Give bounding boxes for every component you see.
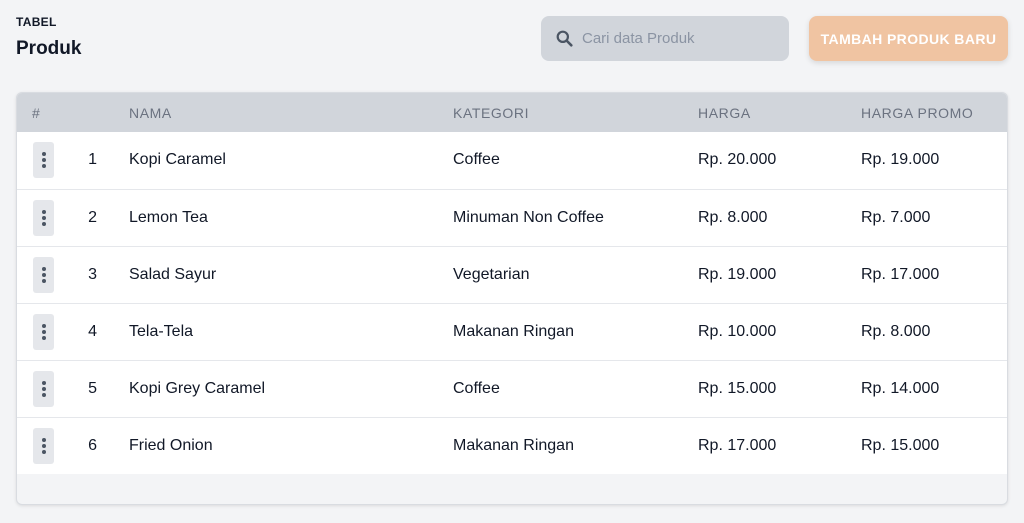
column-header-nama: NAMA [129, 105, 172, 121]
table-row: 4 Tela-Tela Makanan Ringan Rp. 10.000 Rp… [17, 303, 1007, 360]
product-table: # NAMA KATEGORI HARGA HARGA PROMO 1 Kopi… [16, 92, 1008, 505]
product-category: Makanan Ringan [453, 437, 574, 454]
kebab-icon [41, 330, 46, 334]
kebab-icon [41, 273, 46, 277]
row-number: 4 [88, 323, 97, 340]
product-name: Lemon Tea [129, 209, 208, 226]
kebab-icon [41, 450, 46, 454]
kebab-icon [41, 222, 46, 226]
row-menu-button[interactable] [33, 314, 54, 350]
row-menu-button[interactable] [33, 200, 54, 236]
kebab-icon [41, 444, 46, 448]
kebab-icon [41, 393, 46, 397]
product-name: Kopi Grey Caramel [129, 380, 266, 397]
row-menu-button[interactable] [33, 428, 54, 464]
search-box[interactable] [541, 16, 789, 61]
product-category: Vegetarian [453, 266, 530, 283]
product-promo-price: Rp. 15.000 [861, 437, 940, 454]
product-category: Coffee [453, 151, 500, 168]
kebab-icon [41, 267, 46, 271]
table-row: 2 Lemon Tea Minuman Non Coffee Rp. 8.000… [17, 189, 1007, 246]
page-title: Produk [16, 38, 82, 59]
product-name: Salad Sayur [129, 266, 217, 283]
row-number: 1 [88, 151, 97, 168]
kebab-icon [41, 336, 46, 340]
product-category: Makanan Ringan [453, 323, 574, 340]
column-header-kategori: KATEGORI [453, 105, 530, 121]
product-name: Fried Onion [129, 437, 213, 454]
table-row: 3 Salad Sayur Vegetarian Rp. 19.000 Rp. … [17, 246, 1007, 303]
row-number: 5 [88, 380, 97, 397]
row-menu-button[interactable] [33, 142, 54, 178]
product-name: Kopi Caramel [129, 151, 226, 168]
kebab-icon [41, 164, 46, 168]
product-price: Rp. 10.000 [698, 323, 777, 340]
product-promo-price: Rp. 7.000 [861, 209, 931, 226]
row-number: 2 [88, 209, 97, 226]
column-header-number: # [32, 105, 41, 121]
add-product-button[interactable]: TAMBAH PRODUK BARU [809, 16, 1008, 61]
product-price: Rp. 17.000 [698, 437, 777, 454]
kebab-icon [41, 210, 46, 214]
product-category: Minuman Non Coffee [453, 209, 604, 226]
product-promo-price: Rp. 17.000 [861, 266, 940, 283]
kebab-icon [41, 152, 46, 156]
product-price: Rp. 20.000 [698, 151, 777, 168]
kebab-icon [41, 381, 46, 385]
product-promo-price: Rp. 14.000 [861, 380, 940, 397]
kebab-icon [41, 216, 46, 220]
table-row: 6 Fried Onion Makanan Ringan Rp. 17.000 … [17, 417, 1007, 474]
table-row: 5 Kopi Grey Caramel Coffee Rp. 15.000 Rp… [17, 360, 1007, 417]
row-menu-button[interactable] [33, 371, 54, 407]
kebab-icon [41, 158, 46, 162]
product-promo-price: Rp. 19.000 [861, 151, 940, 168]
column-header-harga-promo: HARGA PROMO [861, 105, 974, 121]
row-menu-button[interactable] [33, 257, 54, 293]
kebab-icon [41, 387, 46, 391]
kebab-icon [41, 279, 46, 283]
row-number: 6 [88, 437, 97, 454]
row-number: 3 [88, 266, 97, 283]
product-price: Rp. 8.000 [698, 209, 768, 226]
product-category: Coffee [453, 380, 500, 397]
table-row: 1 Kopi Caramel Coffee Rp. 20.000 Rp. 19.… [17, 132, 1007, 189]
kebab-icon [41, 324, 46, 328]
product-price: Rp. 19.000 [698, 266, 777, 283]
product-price: Rp. 15.000 [698, 380, 777, 397]
product-name: Tela-Tela [129, 323, 194, 340]
header-label: TABEL [16, 15, 57, 29]
search-icon [555, 30, 573, 48]
table-header: # NAMA KATEGORI HARGA HARGA PROMO [17, 93, 1007, 132]
column-header-harga: HARGA [698, 105, 751, 121]
search-input[interactable] [582, 30, 782, 47]
kebab-icon [41, 438, 46, 442]
product-promo-price: Rp. 8.000 [861, 323, 931, 340]
